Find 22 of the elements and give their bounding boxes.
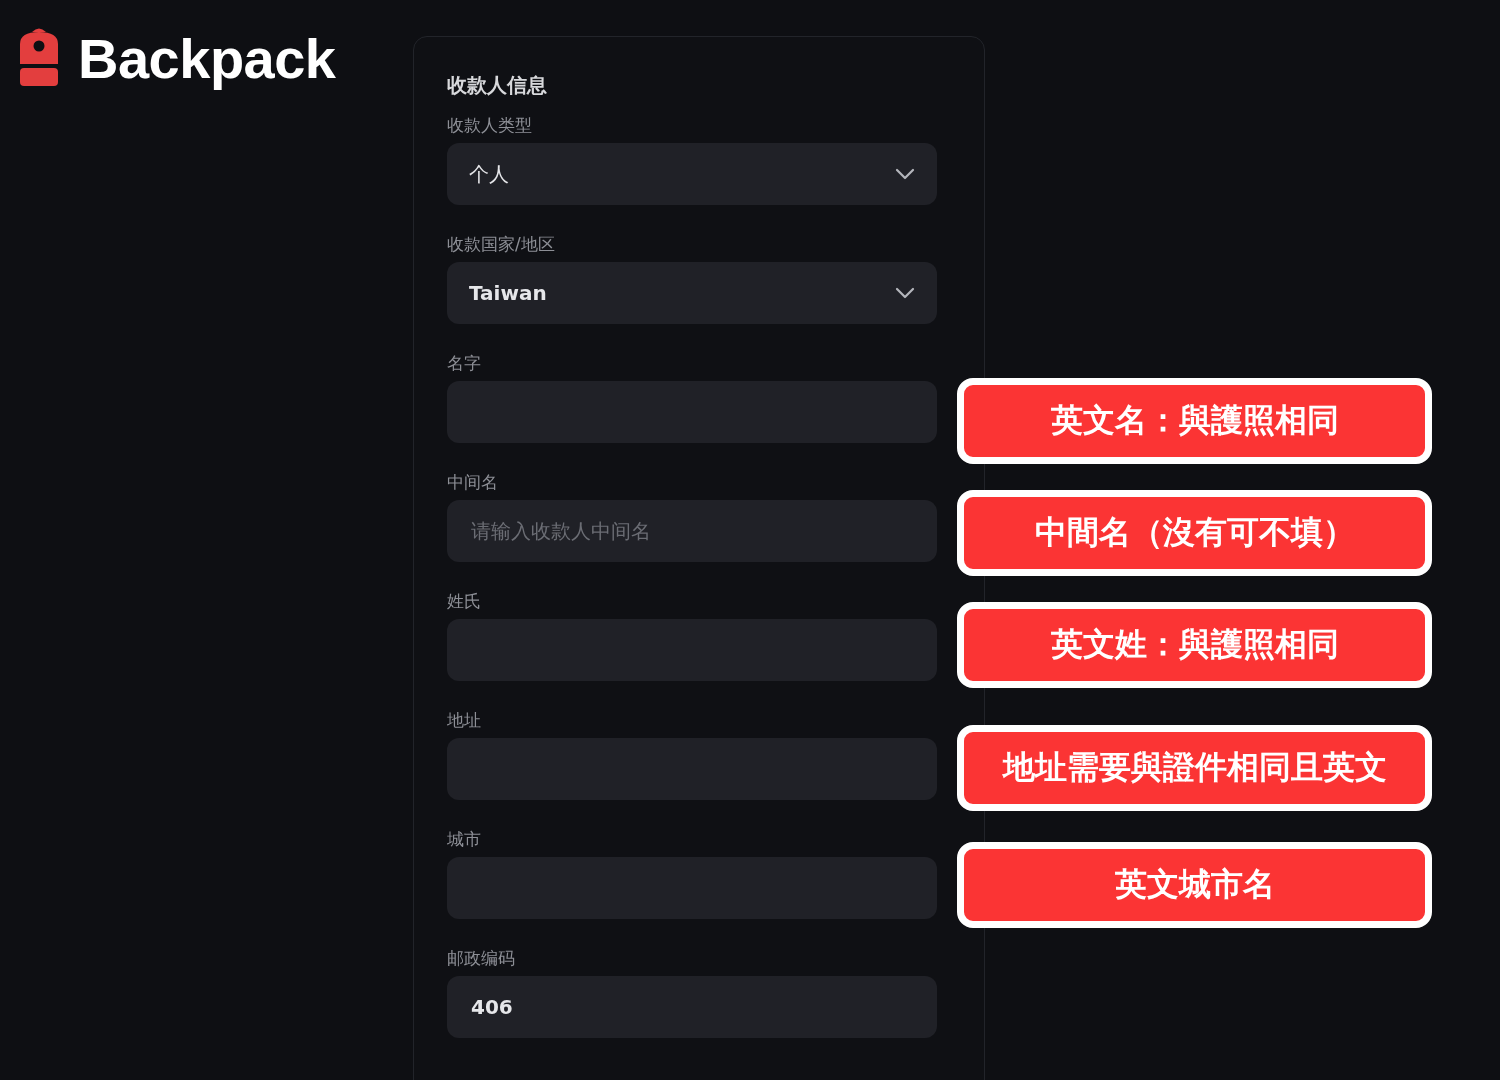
- dropdown[interactable]: Taiwan: [447, 262, 937, 324]
- form-title: 收款人信息: [447, 72, 547, 99]
- annotation-callout: 英文姓：與護照相同: [957, 602, 1432, 688]
- annotation-callout: 中間名（沒有可不填）: [957, 490, 1432, 576]
- brand-name: Backpack: [78, 26, 336, 92]
- chevron-down-icon: [895, 168, 915, 180]
- field-label: 邮政编码: [447, 947, 515, 970]
- field-label: 收款国家/地区: [447, 233, 555, 256]
- field-label: 收款人类型: [447, 114, 532, 137]
- field-label: 城市: [447, 828, 481, 851]
- field-label: 中间名: [447, 471, 498, 494]
- dropdown[interactable]: 个人: [447, 143, 937, 205]
- input-field[interactable]: 406: [447, 976, 937, 1038]
- annotation-callout: 英文城市名: [957, 842, 1432, 928]
- annotation-callout: 英文名：與護照相同: [957, 378, 1432, 464]
- annotation-callout: 地址需要與證件相同且英文: [957, 725, 1432, 811]
- chevron-down-icon: [895, 287, 915, 299]
- field-label: 姓氏: [447, 590, 481, 613]
- field-label: 地址: [447, 709, 481, 732]
- input-field[interactable]: 请输入收款人中间名: [447, 500, 937, 562]
- backpack-icon: [18, 26, 60, 88]
- field-label: 名字: [447, 352, 481, 375]
